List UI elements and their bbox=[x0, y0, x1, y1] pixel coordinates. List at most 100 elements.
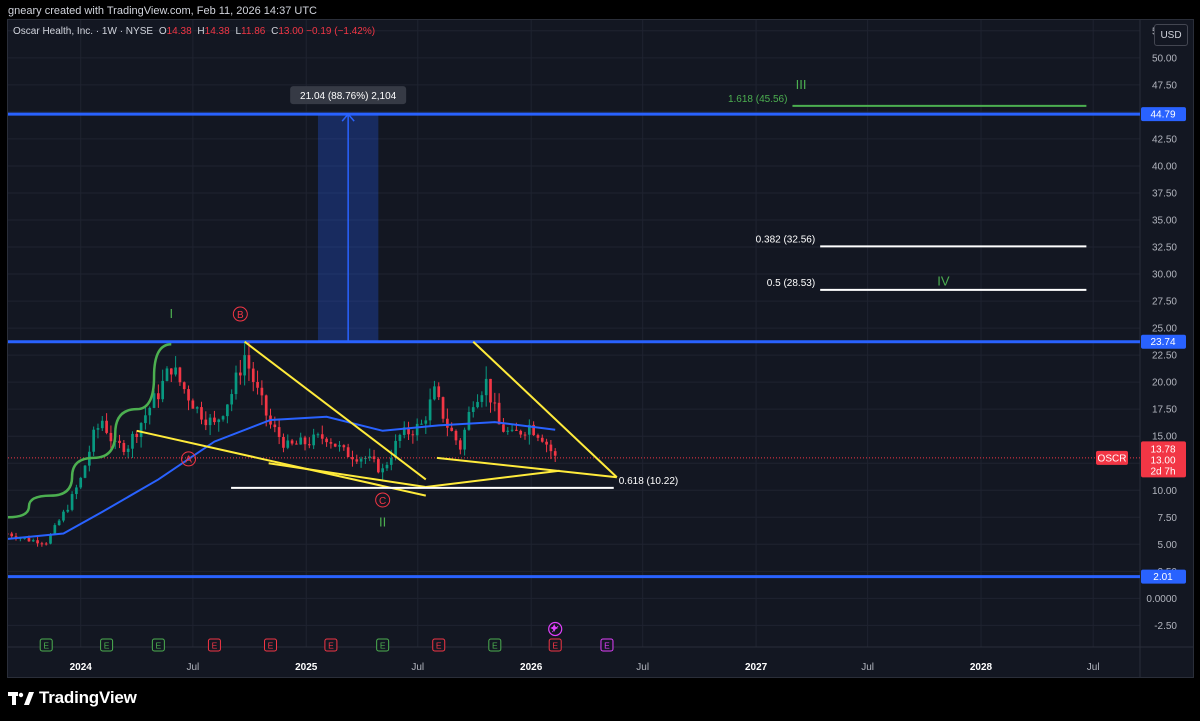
chart-pane[interactable]: -2.500.00002.505.007.5010.0012.5015.0017… bbox=[7, 19, 1194, 678]
candle-body bbox=[277, 427, 281, 437]
symbol-description: Oscar Health, Inc. · 1W · NYSE bbox=[13, 26, 154, 37]
x-tick-label: Jul bbox=[411, 662, 424, 673]
ohlc-legend: Oscar Health, Inc. · 1W · NYSE O14.38 H1… bbox=[13, 26, 375, 37]
candle-body bbox=[540, 437, 544, 442]
candle-body bbox=[536, 435, 540, 438]
candle-body bbox=[195, 407, 199, 409]
candle-body bbox=[502, 424, 505, 432]
earnings-marker-text: E bbox=[380, 641, 386, 651]
candle-body bbox=[493, 402, 497, 404]
candle-body bbox=[329, 442, 333, 444]
candle-body bbox=[234, 372, 238, 395]
candle-body bbox=[36, 540, 39, 544]
fib-level-label: 0.5 (28.53) bbox=[767, 278, 815, 289]
candle-body bbox=[243, 355, 246, 376]
symbol-tag: OSCR bbox=[1098, 453, 1127, 464]
candle-body bbox=[286, 440, 290, 448]
candle-body bbox=[148, 407, 152, 416]
prev-close-label: 13.78 bbox=[1150, 444, 1175, 455]
candle-body bbox=[57, 520, 61, 526]
y-tick-label: 25.00 bbox=[1152, 324, 1177, 335]
candle-body bbox=[126, 448, 130, 452]
candle-body bbox=[325, 438, 328, 443]
earnings-marker-text: E bbox=[43, 641, 49, 651]
candle-body bbox=[8, 533, 9, 535]
candle-body bbox=[519, 430, 523, 435]
y-tick-label: 0.0000 bbox=[1146, 594, 1177, 605]
trendline bbox=[244, 340, 427, 481]
measure-label: 21.04 (88.76%) 2,104 bbox=[300, 91, 397, 102]
price-label: 44.79 bbox=[1150, 110, 1175, 121]
y-tick-label: 17.50 bbox=[1152, 405, 1177, 416]
candle-body bbox=[174, 367, 177, 375]
earnings-marker-text: E bbox=[268, 641, 274, 651]
candle-body bbox=[165, 368, 169, 381]
price-chart[interactable]: -2.500.00002.505.007.5010.0012.5015.0017… bbox=[8, 20, 1193, 677]
moving-average-line bbox=[8, 415, 556, 540]
earnings-marker-text: E bbox=[212, 641, 218, 651]
candle-body bbox=[109, 432, 113, 442]
candle-body bbox=[169, 368, 173, 375]
candle-body bbox=[161, 380, 165, 400]
candle-body bbox=[346, 447, 350, 458]
tradingview-logo-icon bbox=[8, 692, 34, 705]
open-label: O bbox=[158, 26, 167, 37]
candle-body bbox=[506, 430, 510, 432]
candle-body bbox=[238, 372, 242, 376]
y-tick-label: 32.50 bbox=[1152, 243, 1177, 254]
close-value: 13.00 bbox=[278, 26, 304, 37]
candle-body bbox=[515, 429, 518, 431]
candle-body bbox=[79, 477, 83, 488]
currency-button[interactable]: USD bbox=[1154, 24, 1188, 46]
candle-body bbox=[420, 423, 423, 425]
candle-body bbox=[411, 434, 415, 436]
candle-body bbox=[247, 355, 251, 369]
candle-body bbox=[342, 445, 346, 448]
candle-body bbox=[282, 436, 285, 448]
footer-brand[interactable]: TradingView bbox=[8, 688, 137, 708]
candle-body bbox=[221, 416, 225, 420]
candle-body bbox=[389, 457, 393, 465]
candle-body bbox=[66, 509, 70, 512]
candle-body bbox=[433, 386, 436, 400]
candle-body bbox=[92, 429, 95, 452]
earnings-marker-text: E bbox=[604, 641, 610, 651]
x-tick-label: 2025 bbox=[295, 662, 318, 673]
candle-body bbox=[424, 420, 428, 424]
candle-body bbox=[83, 465, 87, 478]
candle-body bbox=[157, 393, 160, 400]
y-tick-label: 5.00 bbox=[1158, 540, 1178, 551]
tradingview-wordmark: TradingView bbox=[39, 688, 137, 707]
candle-body bbox=[31, 540, 35, 542]
wave-label: II bbox=[379, 515, 386, 530]
trendline bbox=[268, 462, 426, 488]
earnings-marker-text: E bbox=[328, 641, 334, 651]
candle-body bbox=[260, 387, 264, 396]
x-tick-label: Jul bbox=[636, 662, 649, 673]
candle-body bbox=[355, 459, 359, 462]
y-tick-label: 7.50 bbox=[1158, 513, 1178, 524]
candle-body bbox=[217, 419, 221, 423]
change-value: −0.19 (−1.42%) bbox=[306, 26, 376, 37]
x-tick-label: Jul bbox=[861, 662, 874, 673]
candle-body bbox=[96, 428, 100, 430]
candle-body bbox=[182, 382, 186, 390]
candle-body bbox=[307, 444, 311, 446]
attribution-text: gneary created with TradingView.com, Feb… bbox=[8, 5, 317, 17]
candle-body bbox=[377, 459, 380, 473]
trendline bbox=[425, 469, 560, 488]
x-tick-label: 2026 bbox=[520, 662, 543, 673]
candle-body bbox=[273, 424, 277, 428]
candle-body bbox=[105, 420, 108, 433]
y-tick-label: 20.00 bbox=[1152, 378, 1177, 389]
candle-body bbox=[549, 444, 553, 452]
high-value: 14.38 bbox=[204, 26, 230, 37]
earnings-marker-text: E bbox=[552, 641, 558, 651]
wave-label: B bbox=[237, 310, 244, 321]
candle-body bbox=[53, 525, 57, 535]
candle-body bbox=[200, 407, 203, 420]
candle-body bbox=[290, 440, 294, 444]
earnings-marker-text: E bbox=[436, 641, 442, 651]
candle-body bbox=[359, 458, 363, 462]
candle-body bbox=[497, 402, 501, 425]
